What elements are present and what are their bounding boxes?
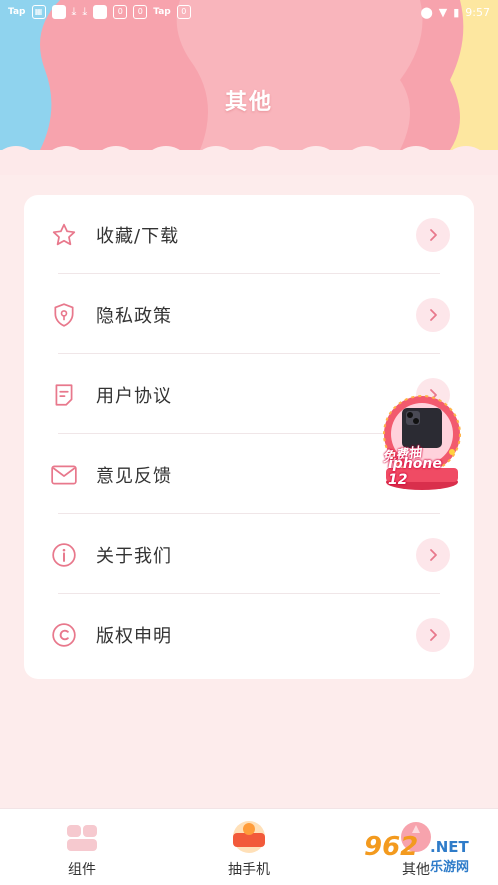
nav-tab-lucky-draw[interactable]: 抽手机 bbox=[189, 809, 309, 885]
nav-label: 抽手机 bbox=[228, 862, 270, 878]
status-notifications: Tap ▦ ⤓ ⤓ 0 0 Tap 0 bbox=[8, 5, 191, 19]
chevron-right-icon[interactable] bbox=[416, 618, 450, 652]
shield-icon bbox=[50, 301, 78, 329]
menu-item-label: 版权申明 bbox=[96, 626, 172, 647]
watermark-suffix: .NET bbox=[430, 838, 469, 856]
watermark-number: 962 bbox=[364, 832, 419, 862]
notification-icon bbox=[93, 5, 108, 19]
notification-icon: 0 bbox=[176, 5, 191, 19]
nav-label: 组件 bbox=[68, 862, 96, 878]
menu-item-privacy-policy[interactable]: 隐私政策 bbox=[24, 275, 474, 355]
chevron-right-icon[interactable] bbox=[416, 298, 450, 332]
status-system: ⬤ ▼ ▮ 9:57 bbox=[420, 6, 490, 19]
download-icon: ⤓ bbox=[71, 5, 77, 18]
watermark-cn: 乐游网 bbox=[430, 860, 470, 875]
status-tap-label: Tap bbox=[8, 7, 26, 17]
location-icon: ⬤ bbox=[420, 5, 433, 19]
star-icon bbox=[50, 221, 78, 249]
menu-item-label: 用户协议 bbox=[96, 386, 172, 407]
divider bbox=[58, 593, 440, 594]
menu-item-label: 收藏/下载 bbox=[96, 226, 180, 247]
notification-icon bbox=[51, 5, 66, 19]
menu-item-favorites-downloads[interactable]: 收藏/下载 bbox=[24, 195, 474, 275]
page-title: 其他 bbox=[224, 90, 273, 115]
menu-item-copyright[interactable]: 版权申明 bbox=[24, 595, 474, 675]
divider bbox=[58, 273, 440, 274]
status-tap-label: Tap bbox=[153, 7, 171, 17]
notification-icon: 0 bbox=[113, 5, 128, 19]
status-bar: Tap ▦ ⤓ ⤓ 0 0 Tap 0 ⬤ ▼ ▮ 9:57 bbox=[0, 0, 498, 24]
menu-item-label: 关于我们 bbox=[96, 546, 172, 567]
menu-item-label: 意见反馈 bbox=[96, 466, 172, 487]
chevron-right-icon[interactable] bbox=[416, 538, 450, 572]
status-time: 9:57 bbox=[465, 5, 490, 19]
notification-icon: ▦ bbox=[31, 5, 46, 19]
header: Tap ▦ ⤓ ⤓ 0 0 Tap 0 ⬤ ▼ ▮ 9:57 其他 bbox=[0, 0, 498, 175]
divider bbox=[58, 513, 440, 514]
lucky-draw-icon bbox=[229, 817, 269, 857]
copyright-icon bbox=[50, 621, 78, 649]
info-icon bbox=[50, 541, 78, 569]
menu-item-label: 隐私政策 bbox=[96, 306, 172, 327]
document-icon bbox=[50, 381, 78, 409]
promo-product: iphone 12 bbox=[388, 456, 442, 488]
battery-icon: ▮ bbox=[453, 5, 460, 19]
widgets-icon bbox=[62, 817, 102, 857]
chevron-right-icon[interactable] bbox=[416, 218, 450, 252]
divider bbox=[58, 353, 440, 354]
notification-icon: 0 bbox=[133, 5, 148, 19]
mail-icon bbox=[50, 461, 78, 489]
menu-item-about-us[interactable]: 关于我们 bbox=[24, 515, 474, 595]
download-icon: ⤓ bbox=[82, 5, 88, 18]
nav-tab-widgets[interactable]: 组件 bbox=[22, 809, 142, 885]
floating-promo-banner[interactable]: 免费抽 iphone 12 bbox=[380, 390, 464, 494]
wifi-icon: ▼ bbox=[438, 5, 448, 19]
site-watermark: 962 .NET 乐游网 bbox=[360, 828, 494, 880]
